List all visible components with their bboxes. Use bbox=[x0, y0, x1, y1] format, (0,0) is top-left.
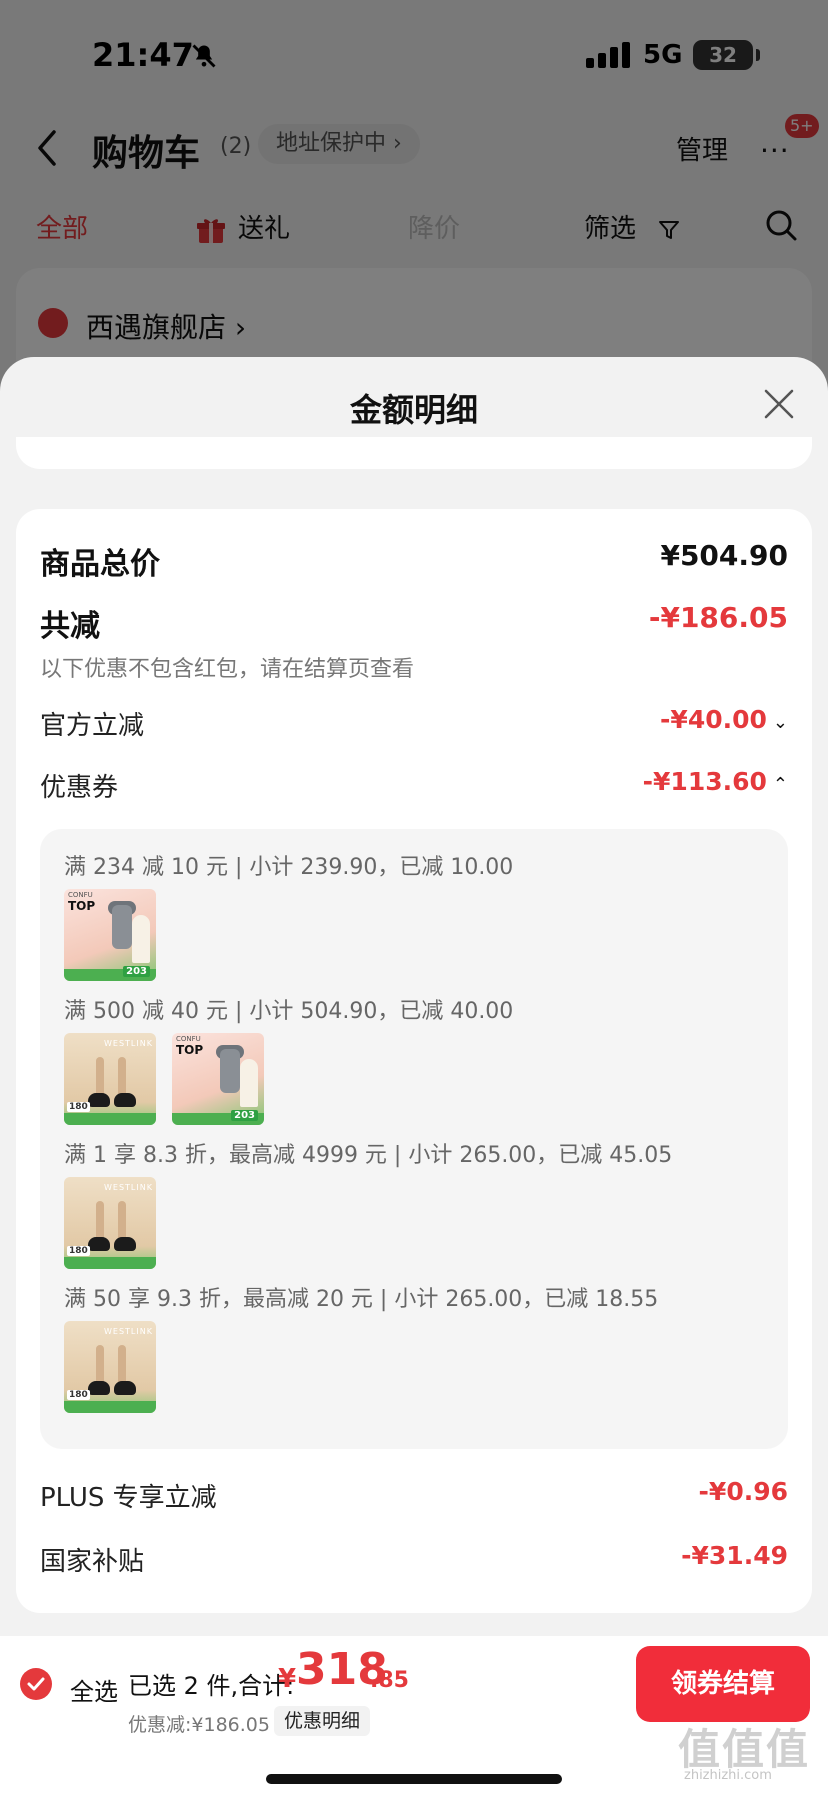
total-amount-decimal: .85 bbox=[370, 1668, 409, 1693]
thumb-shoe bbox=[88, 1381, 110, 1395]
product-thumb-shoes[interactable]: WESTLINK 180 bbox=[64, 1177, 156, 1269]
thumb-price: 203 bbox=[231, 1110, 258, 1121]
thumb-shoe bbox=[114, 1381, 136, 1395]
thumb-top: TOP bbox=[176, 1043, 204, 1057]
row-plus: PLUS 专享立减 -¥0.96 bbox=[40, 1477, 788, 1513]
coupon-label: 优惠券 bbox=[40, 773, 119, 803]
thumb-dryer-body bbox=[220, 1049, 240, 1093]
subsidy-value: -¥31.49 bbox=[681, 1541, 788, 1570]
thumb-top: TOP bbox=[68, 899, 96, 913]
home-indicator[interactable] bbox=[266, 1774, 562, 1784]
thumb-shoe bbox=[114, 1093, 136, 1107]
chevron-down-icon: ⌄ bbox=[772, 712, 788, 733]
sheet-title: 金额明细 bbox=[349, 391, 478, 429]
product-thumb-shoes[interactable]: WESTLINK 180 bbox=[64, 1321, 156, 1413]
official-label: 官方立减 bbox=[40, 711, 145, 741]
thumb-westlink: WESTLINK bbox=[104, 1039, 153, 1048]
plus-value: -¥0.96 bbox=[698, 1477, 788, 1506]
reduce-label: 共减 bbox=[40, 609, 100, 644]
thumb-brand: CONFU bbox=[176, 1035, 201, 1043]
coupon-line: 满 50 享 9.3 折，最高减 20 元 | 小计 265.00，已减 18.… bbox=[64, 1287, 659, 1312]
discount-detail-button[interactable]: 优惠明细 bbox=[274, 1706, 371, 1736]
official-value-wrap: -¥40.00 ⌄ bbox=[660, 705, 788, 734]
checkout-bar: 全选 已选 2 件,合计: ¥ 318 .85 优惠减:¥186.05 优惠明细… bbox=[0, 1636, 828, 1795]
subsidy-label: 国家补贴 bbox=[40, 1547, 145, 1577]
thumb-model bbox=[240, 1059, 258, 1107]
watermark-url: zhizhizhi.com bbox=[684, 1768, 772, 1783]
coupon-line: 满 500 减 40 元 | 小计 504.90，已减 40.00 bbox=[64, 999, 514, 1024]
thumb-westlink: WESTLINK bbox=[104, 1183, 153, 1192]
thumb-tag: 180 bbox=[67, 1390, 90, 1400]
check-icon bbox=[27, 1677, 45, 1691]
thumb-shoe bbox=[88, 1237, 110, 1251]
row-subsidy: 国家补贴 -¥31.49 bbox=[40, 1541, 788, 1577]
thumb-dryer-body bbox=[112, 905, 132, 949]
row-reduce: 共减 -¥186.05 bbox=[40, 601, 788, 644]
thumb-tag: 180 bbox=[67, 1246, 90, 1256]
select-all-checkbox[interactable] bbox=[20, 1668, 52, 1700]
thumb-banner bbox=[64, 1257, 156, 1269]
coupon-value: -¥113.60 bbox=[642, 767, 767, 796]
close-icon[interactable] bbox=[762, 387, 796, 421]
product-thumb-hair-dryer[interactable]: CONFU TOP 203 bbox=[172, 1033, 264, 1125]
thumb-banner bbox=[64, 1113, 156, 1125]
row-coupon[interactable]: 优惠券 -¥113.60 ⌃ bbox=[40, 767, 788, 803]
thumb-shoe bbox=[88, 1093, 110, 1107]
thumb-price: 203 bbox=[123, 966, 150, 977]
coupon-line: 满 1 享 8.3 折，最高减 4999 元 | 小计 265.00，已减 45… bbox=[64, 1143, 673, 1168]
select-all-label[interactable]: 全选 bbox=[70, 1672, 118, 1707]
plus-label: PLUS 专享立减 bbox=[40, 1483, 217, 1513]
row-total: 商品总价 ¥504.90 bbox=[40, 539, 788, 582]
amount-detail-card: 商品总价 ¥504.90 共减 -¥186.05 以下优惠不包含红包，请在结算页… bbox=[16, 509, 812, 1613]
reduce-note: 以下优惠不包含红包，请在结算页查看 bbox=[40, 657, 415, 682]
checkout-button[interactable]: 领券结算 bbox=[636, 1646, 810, 1722]
selected-summary: 已选 2 件,合计: bbox=[128, 1672, 295, 1700]
coupon-detail-box: 满 234 减 10 元 | 小计 239.90，已减 10.00 CONFU … bbox=[40, 829, 788, 1449]
thumb-banner bbox=[64, 1401, 156, 1413]
product-thumb-shoes[interactable]: WESTLINK 180 bbox=[64, 1033, 156, 1125]
thumb-model bbox=[132, 915, 150, 963]
coupon-line: 满 234 减 10 元 | 小计 239.90，已减 10.00 bbox=[64, 855, 514, 880]
thumb-shoe bbox=[114, 1237, 136, 1251]
official-value: -¥40.00 bbox=[660, 705, 767, 734]
previous-card-edge bbox=[16, 437, 812, 469]
chevron-up-icon: ⌃ bbox=[772, 774, 788, 795]
thumb-westlink: WESTLINK bbox=[104, 1327, 153, 1336]
reduce-value: -¥186.05 bbox=[648, 601, 788, 634]
thumb-tag: 180 bbox=[67, 1102, 90, 1112]
total-value: ¥504.90 bbox=[660, 539, 788, 572]
product-thumb-hair-dryer[interactable]: CONFU TOP 203 bbox=[64, 889, 156, 981]
coupon-value-wrap: -¥113.60 ⌃ bbox=[643, 767, 788, 796]
discount-summary: 优惠减:¥186.05 bbox=[128, 1714, 270, 1736]
thumb-brand: CONFU bbox=[68, 891, 93, 899]
total-label: 商品总价 bbox=[40, 547, 160, 582]
row-official[interactable]: 官方立减 -¥40.00 ⌄ bbox=[40, 705, 788, 741]
total-currency: ¥ bbox=[278, 1664, 297, 1694]
amount-detail-sheet: 金额明细 商品总价 ¥504.90 共减 -¥186.05 以下优惠不包含红包，… bbox=[0, 357, 828, 1795]
